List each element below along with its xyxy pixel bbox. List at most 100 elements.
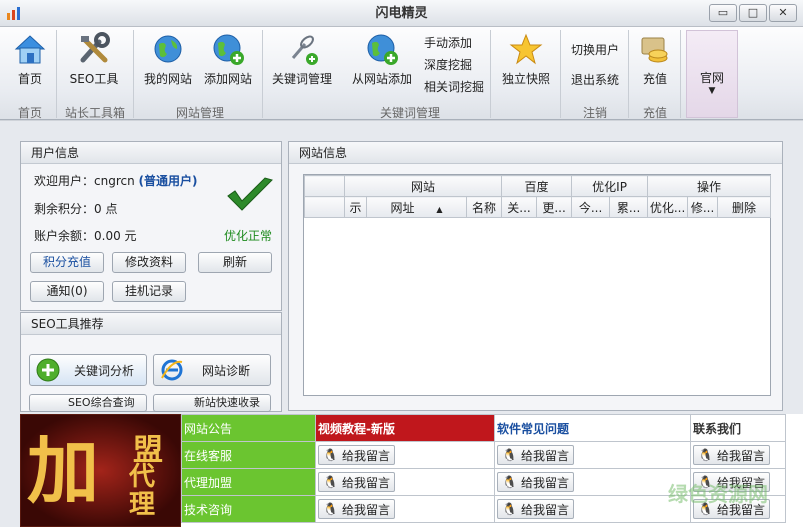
my-sites-label: 我的网站 bbox=[143, 72, 192, 86]
group-label-recharge: 充值 bbox=[642, 106, 667, 120]
home-label: 首页 bbox=[17, 72, 42, 86]
refresh-button[interactable]: 刷新 bbox=[198, 252, 272, 273]
row-label-join-agent[interactable]: 代理加盟 bbox=[181, 468, 316, 496]
column-header[interactable]: 更... bbox=[536, 196, 573, 218]
leave-message-button[interactable]: 🐧 给我留言 bbox=[318, 445, 395, 465]
separator bbox=[133, 30, 134, 118]
column-header[interactable]: 名称 bbox=[465, 196, 503, 218]
column-header[interactable] bbox=[304, 196, 345, 218]
group-header-baidu: 百度 bbox=[501, 175, 573, 197]
join-agent-banner[interactable]: 加 盟 代理 bbox=[20, 414, 181, 527]
manual-add-item[interactable]: 手动添加 bbox=[424, 34, 472, 51]
watermark: 绿色资源网 bbox=[668, 482, 768, 506]
separator bbox=[490, 30, 491, 118]
group-label-keyword-mgmt: 关键词管理 bbox=[379, 106, 440, 120]
column-header[interactable]: 修... bbox=[687, 196, 719, 218]
leave-message-button[interactable]: 🐧 给我留言 bbox=[318, 499, 395, 519]
leave-message-button[interactable]: 🐧 给我留言 bbox=[497, 472, 574, 492]
snapshot-label: 独立快照 bbox=[501, 72, 550, 86]
qq-penguin-icon: 🐧 bbox=[502, 448, 517, 462]
switch-user-item[interactable]: 切换用户 bbox=[571, 41, 619, 58]
column-header[interactable]: 删除 bbox=[717, 196, 772, 218]
separator bbox=[56, 30, 57, 118]
new-site-submit-button[interactable]: 新站快速收录 bbox=[153, 394, 271, 412]
plus-circle-icon bbox=[36, 358, 60, 382]
close-button[interactable]: ✕ bbox=[769, 4, 797, 22]
dropdown-arrow-icon: ▼ bbox=[708, 86, 716, 96]
official-site-button[interactable]: 官网 ▼ bbox=[686, 30, 738, 118]
add-site-label: 添加网站 bbox=[203, 72, 252, 86]
leave-message-button[interactable]: 🐧 给我留言 bbox=[497, 445, 574, 465]
restore-button[interactable]: □ bbox=[739, 4, 767, 22]
column-header[interactable]: 关... bbox=[501, 196, 538, 218]
star-icon bbox=[509, 33, 543, 65]
keyword-analysis-label: 关键词分析 bbox=[74, 363, 135, 378]
row-label-online-service[interactable]: 在线客服 bbox=[181, 441, 316, 469]
my-sites-button[interactable]: 我的网站 bbox=[142, 32, 194, 90]
column-header-url[interactable]: 网址 ▲ bbox=[366, 196, 467, 218]
separator bbox=[560, 30, 561, 118]
add-from-site-label: 从网站添加 bbox=[351, 72, 412, 86]
edit-profile-button[interactable]: 修改资料 bbox=[112, 252, 186, 273]
minimize-button[interactable]: ▭ bbox=[709, 4, 737, 22]
welcome-text: 欢迎用户：cngrcn (普通用户) bbox=[34, 174, 198, 188]
keyword-mgmt-button[interactable]: 关键词管理 bbox=[270, 32, 334, 90]
globe-icon bbox=[154, 35, 182, 63]
site-info-title: 网站信息 bbox=[289, 142, 782, 164]
qq-penguin-icon: 🐧 bbox=[502, 502, 517, 516]
site-diagnosis-button[interactable]: 网站诊断 bbox=[153, 354, 271, 386]
keyword-pin-icon bbox=[291, 35, 318, 65]
new-site-submit-label: 新站快速收录 bbox=[194, 396, 260, 409]
banner-main-char: 加 bbox=[27, 428, 100, 513]
column-header[interactable]: 今... bbox=[571, 196, 611, 218]
row-label-tech-support[interactable]: 技术咨询 bbox=[181, 495, 316, 523]
seo-tools-button[interactable]: SEO工具 bbox=[64, 32, 124, 90]
home-button[interactable]: 首页 bbox=[10, 32, 50, 90]
globe-add-icon bbox=[367, 34, 398, 65]
group-header-site: 网站 bbox=[343, 175, 503, 197]
qq-penguin-icon: 🐧 bbox=[323, 502, 338, 516]
site-list-table[interactable]: 网站 百度 优化IP 操作 示 网址 ▲ 名称 关... 更... 今... 累… bbox=[303, 174, 772, 396]
keyword-analysis-button[interactable]: 关键词分析 bbox=[29, 354, 147, 386]
column-header[interactable]: 示 bbox=[344, 196, 367, 218]
add-from-site-button[interactable]: 从网站添加 bbox=[350, 32, 414, 90]
official-site-label: 官网 bbox=[699, 71, 724, 85]
seo-tools-title: SEO工具推荐 bbox=[21, 313, 281, 335]
separator bbox=[262, 30, 263, 118]
faq-link[interactable]: 软件常见问题 bbox=[494, 414, 691, 442]
row-label-announcement[interactable]: 网站公告 bbox=[181, 414, 316, 442]
group-header-operation: 操作 bbox=[647, 175, 772, 197]
related-mining-item[interactable]: 相关词挖掘 bbox=[424, 78, 484, 95]
video-tutorial-link[interactable]: 视频教程-新版 bbox=[315, 414, 495, 442]
status-text: 优化正常 bbox=[224, 229, 273, 243]
checkmark-icon bbox=[227, 177, 273, 211]
qq-penguin-icon: 🐧 bbox=[323, 475, 338, 489]
snapshot-button[interactable]: 独立快照 bbox=[500, 32, 552, 90]
exit-item[interactable]: 退出系统 bbox=[571, 71, 619, 88]
balance-text: 账户余额：0.00 元 bbox=[34, 229, 137, 243]
sort-asc-icon: ▲ bbox=[436, 204, 443, 214]
leave-message-button[interactable]: 🐧 给我留言 bbox=[497, 499, 574, 519]
contact-us-label: 联系我们 bbox=[690, 414, 786, 442]
banner-sub-text: 代理 bbox=[129, 462, 156, 520]
qq-penguin-icon: 🐧 bbox=[698, 448, 713, 462]
leave-message-button[interactable]: 🐧 给我留言 bbox=[318, 472, 395, 492]
column-header[interactable]: 累... bbox=[609, 196, 649, 218]
site-diagnosis-label: 网站诊断 bbox=[202, 363, 251, 378]
notice-button[interactable]: 通知(0) bbox=[30, 281, 104, 302]
window-title: 闪电精灵 bbox=[375, 6, 428, 21]
tools-icon bbox=[80, 32, 110, 63]
add-site-button[interactable]: 添加网站 bbox=[202, 32, 254, 90]
hang-log-button[interactable]: 挂机记录 bbox=[112, 281, 186, 302]
seo-query-button[interactable]: SEO综合查询 bbox=[29, 394, 147, 412]
coins-icon bbox=[641, 37, 668, 63]
group-label-toolbox: 站长工具箱 bbox=[64, 106, 125, 120]
corner-header-cell bbox=[304, 175, 345, 197]
column-header[interactable]: 优化... bbox=[647, 196, 689, 218]
recharge-button[interactable]: 充值 bbox=[636, 32, 674, 90]
recharge-label: 充值 bbox=[642, 72, 667, 86]
leave-message-button[interactable]: 🐧 给我留言 bbox=[693, 445, 770, 465]
deep-mining-item[interactable]: 深度挖掘 bbox=[424, 56, 472, 73]
separator bbox=[628, 30, 629, 118]
recharge-points-button[interactable]: 积分充值 bbox=[30, 252, 104, 273]
